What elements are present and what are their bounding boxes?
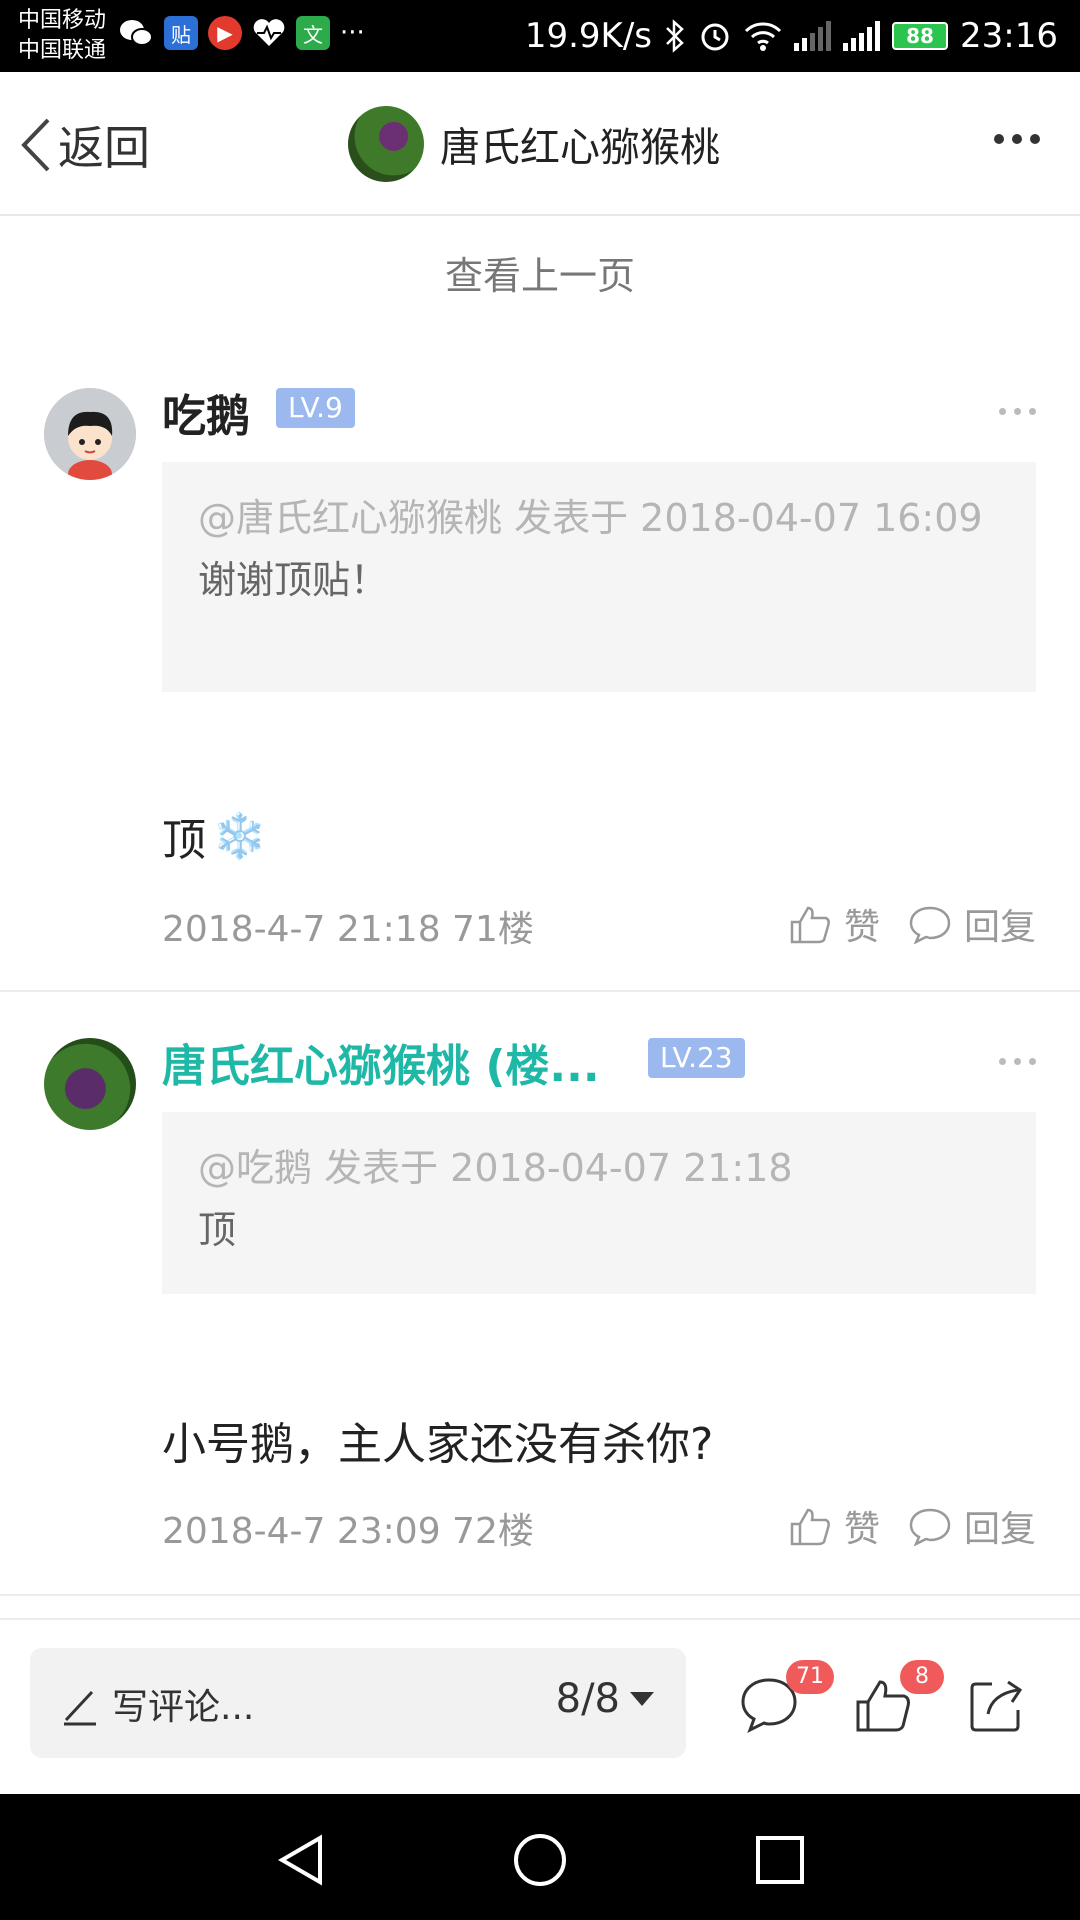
thumbs-up-icon [790,906,830,944]
page-selector[interactable]: 8/8 [556,1676,654,1722]
like-count-badge: 8 [900,1660,944,1694]
comment-actions: 赞 回复 [788,898,1036,950]
tieba-label: 贴 [171,22,191,47]
reply-button[interactable]: 回复 [908,1500,1036,1552]
reply-label: 回复 [963,907,1036,948]
wifi-icon [744,22,782,51]
bluetooth-icon [666,19,684,53]
write-comment-placeholder: 写评论... [112,1687,255,1728]
like-button[interactable]: 赞 [788,898,880,950]
quote-body: 谢谢顶贴！ [198,558,389,602]
comment-text: 小号鹅，主人家还没有杀你? [162,1408,713,1472]
more-notifications: ··· [340,18,365,48]
dropdown-triangle-icon [630,1692,654,1706]
level-badge: LV.23 [648,1038,745,1078]
back-button[interactable]: 返回 [18,112,150,178]
username-text: 唐氏红心猕猴桃 (楼... [162,1041,600,1092]
like-button[interactable]: 赞 [788,1500,880,1552]
quote-header: @唐氏红心猕猴桃 发表于 2018-04-07 16:09 [198,496,983,540]
username-text: 吃鹅 [162,391,250,442]
notification-icons: 贴 ▶ 文 ··· [118,16,365,50]
signal-2g-icon [794,21,832,51]
comment-meta: 2018-4-7 21:18 71楼 [162,909,534,950]
bottom-bar: 写评论... 8/8 71 8 [0,1618,1080,1794]
clock: 23:16 [960,16,1058,56]
video-app-icon: ▶ [208,16,242,50]
thumbs-up-icon [790,1508,830,1546]
page-title: 唐氏红心猕猴桃 [440,125,720,171]
quoted-reply[interactable]: @唐氏红心猕猴桃 发表于 2018-04-07 16:09 谢谢顶贴！ [162,462,1036,692]
more-options-icon[interactable] [994,134,1040,144]
username[interactable]: 吃鹅 [162,380,250,444]
avatar[interactable] [44,388,136,480]
nav-home-icon[interactable] [510,1830,570,1890]
username[interactable]: 唐氏红心猕猴桃 (楼... [162,1030,600,1094]
like-label: 赞 [843,907,880,948]
health-icon [253,19,285,46]
boy-avatar-icon [44,388,136,480]
share-icon[interactable] [966,1674,1028,1736]
wechat-icon [120,20,153,46]
author-avatar[interactable] [348,106,424,182]
comment-text: 顶 ❄️ [162,804,267,868]
page-indicator: 8/8 [555,1676,620,1722]
status-right: 19.9K/s 88 23:16 [525,0,1058,72]
speech-bubble-icon [909,906,951,944]
quote-body: 顶 [198,1208,237,1252]
comment-more-icon[interactable] [999,408,1036,415]
quoted-reply[interactable]: @吃鹅 发表于 2018-04-07 21:18 顶 [162,1112,1036,1294]
comment-meta: 2018-4-7 23:09 72楼 [162,1511,534,1552]
comment-text-body: 顶 [162,815,206,866]
nav-recents-icon[interactable] [750,1830,810,1890]
quote-header: @吃鹅 发表于 2018-04-07 21:18 [198,1146,793,1190]
write-comment-input[interactable]: 写评论... 8/8 [30,1648,686,1758]
view-previous-page[interactable]: 查看上一页 [0,245,1080,300]
speech-bubble-icon [909,1508,951,1546]
translate-icon: 文 [296,16,330,50]
status-bar: 中国移动 中国联通 贴 ▶ 文 ··· 19.9K/s 88 23:16 [0,0,1080,72]
top-nav: 返回 唐氏红心猕猴桃 [0,72,1080,216]
carrier-2: 中国联通 [18,38,107,63]
reply-label: 回复 [963,1509,1036,1550]
net-speed: 19.9K/s [524,16,653,56]
pencil-icon [64,1690,96,1726]
battery-indicator: 88 [892,22,949,50]
divider [0,1594,1080,1596]
nav-profile[interactable]: 唐氏红心猕猴桃 [348,106,720,182]
alarm-icon [701,23,729,51]
snowflake-emoji: ❄️ [212,811,267,862]
comment-actions: 赞 回复 [788,1500,1036,1552]
level-badge: LV.9 [276,388,355,428]
signal-4g-icon [843,21,881,51]
back-label: 返回 [58,121,150,175]
reply-button[interactable]: 回复 [908,898,1036,950]
avatar[interactable] [44,1038,136,1130]
like-label: 赞 [843,1509,880,1550]
comment-text-body: 小号鹅，主人家还没有杀你? [162,1419,714,1470]
carrier-1: 中国移动 [18,8,107,33]
tieba-icon: 贴 [164,16,198,50]
translate-label: 文 [303,22,323,47]
nav-back-icon[interactable] [272,1830,332,1890]
system-nav-bar [0,1794,1080,1920]
chevron-left-icon [21,118,50,172]
comment-more-icon[interactable] [999,1058,1036,1065]
carrier-info: 中国移动 中国联通 [18,6,106,66]
divider [0,990,1080,992]
comment-count-badge: 71 [786,1660,834,1694]
